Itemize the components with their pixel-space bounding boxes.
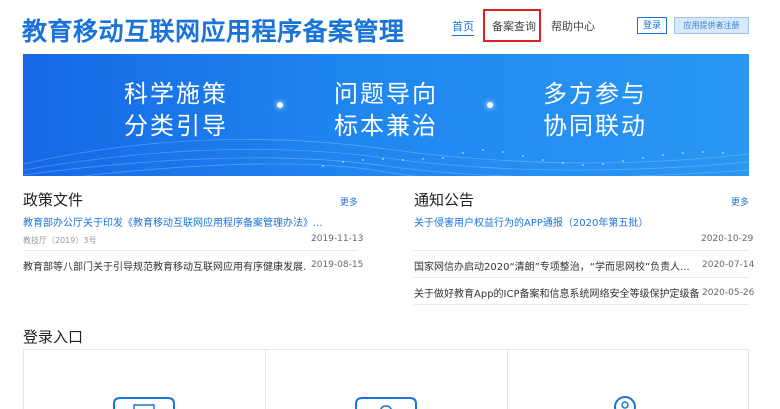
- login-button[interactable]: 登录: [637, 17, 667, 34]
- slogan-2: 问题导向 标本兼治: [334, 80, 438, 140]
- notice-item-date: 2020-10-29: [701, 234, 754, 244]
- divider: [414, 277, 749, 278]
- notice-item-title[interactable]: 国家网信办启动2020“清朗”专项整治，“学而思网校”负责人...: [414, 258, 699, 273]
- hero-banner: 科学施策 分类引导 问题导向 标本兼治 多方参与 协同联动: [23, 54, 749, 176]
- monitor-icon: [113, 397, 175, 409]
- user-icon: [614, 396, 636, 409]
- slogan-3: 多方参与 协同联动: [543, 80, 647, 140]
- site-title: 教育移动互联网应用程序备案管理: [22, 17, 405, 46]
- policy-item-date: 2019-11-13: [311, 234, 364, 244]
- policy-item-title[interactable]: 教育部等八部门关于引导规范教育移动互联网应用有序健康发展...: [23, 258, 306, 273]
- policy-item-date: 2019-08-15: [311, 260, 364, 270]
- notice-item-title[interactable]: 关于做好教育App的ICP备案和信息系统网络安全等级保护定级备...: [414, 285, 699, 300]
- policy-section-title: 政策文件: [23, 191, 84, 209]
- divider: [23, 250, 358, 251]
- policy-item-title[interactable]: 教育部办公厅关于印发《教育移动互联网应用程序备案管理办法》...: [23, 214, 358, 229]
- policy-item-docno: 教技厅（2019）3号: [23, 236, 97, 245]
- notice-more-link[interactable]: 更多: [731, 195, 749, 208]
- nav-help-center[interactable]: 帮助中心: [551, 18, 595, 34]
- divider: [414, 304, 749, 305]
- notice-section-title: 通知公告: [414, 191, 475, 209]
- policy-more-link[interactable]: 更多: [340, 195, 358, 208]
- notice-item-date: 2020-05-26: [702, 288, 755, 298]
- slogan-divider-dot: [487, 102, 493, 108]
- highlight-box: [483, 9, 541, 42]
- app-icon: [355, 397, 417, 409]
- notice-item-title[interactable]: 关于侵害用户权益行为的APP通报（2020年第五批）: [414, 214, 749, 229]
- register-button[interactable]: 应用提供者注册: [674, 17, 749, 34]
- notice-item-date: 2020-07-14: [702, 260, 755, 270]
- slogan-divider-dot: [277, 102, 283, 108]
- divider: [414, 250, 749, 251]
- nav-home[interactable]: 首页: [452, 18, 474, 36]
- header: 教育移动互联网应用程序备案管理 首页 备案查询 帮助中心 登录 应用提供者注册: [0, 0, 780, 52]
- login-section-title: 登录入口: [23, 328, 84, 346]
- slogan-1: 科学施策 分类引导: [124, 80, 228, 140]
